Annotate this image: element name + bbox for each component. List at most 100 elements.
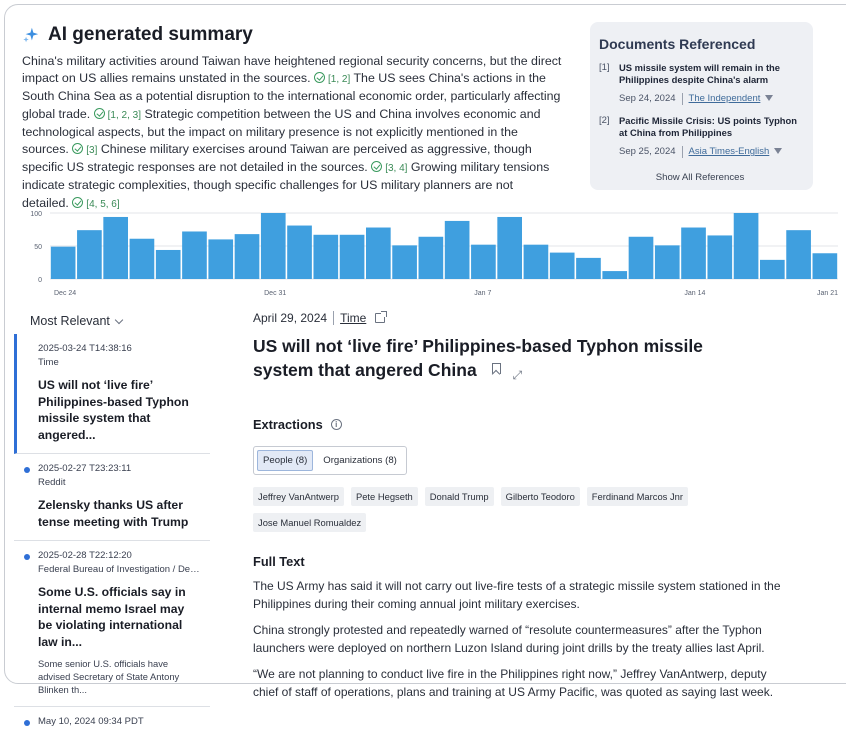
bar[interactable]	[523, 244, 549, 279]
citation-badge[interactable]: [3]	[72, 143, 98, 157]
citation-badge[interactable]: [1, 2]	[314, 72, 350, 85]
doc-source-link[interactable]: Asia Times-English	[689, 146, 770, 157]
bar[interactable]	[260, 213, 286, 279]
sparkle-icon	[23, 27, 39, 43]
tab-people[interactable]: People (8)	[257, 450, 314, 471]
item-date: 2025-02-27 T23:23:11	[38, 463, 132, 474]
filter-icon[interactable]	[774, 147, 783, 156]
tab-organizations[interactable]: Organizations (8)	[317, 450, 403, 471]
citation-label: [3]	[86, 145, 98, 157]
bar[interactable]	[339, 234, 365, 279]
x-tick-label: Jan 14	[684, 290, 705, 297]
check-circle-icon	[72, 143, 84, 155]
item-source: Federal Bureau of Investigation / Dep...	[38, 564, 200, 575]
info-icon[interactable]: i	[330, 419, 342, 430]
doc-meta: Sep 25, 2024 Asia Times-English	[619, 145, 801, 158]
list-item[interactable]: 2025-03-24 T14:38:16 Time US will not ‘liv…	[14, 334, 210, 454]
bar[interactable]	[50, 246, 76, 279]
bar[interactable]	[182, 231, 207, 279]
docs-title: Documents Referenced	[599, 36, 756, 52]
person-chip[interactable]: Donald Trump	[424, 487, 494, 506]
person-chip[interactable]: Pete Hegseth	[350, 487, 418, 506]
check-circle-icon	[314, 72, 326, 84]
sort-dropdown[interactable]: Most Relevant	[30, 314, 124, 328]
x-tick-label: Dec 31	[264, 290, 286, 297]
citation-badge[interactable]: [3, 4]	[371, 161, 408, 175]
bar[interactable]	[155, 249, 181, 279]
item-title: US will not ‘live fire’ Philippines-base…	[38, 378, 189, 442]
bar[interactable]	[103, 216, 128, 279]
filter-icon[interactable]	[765, 94, 774, 103]
article-source-link[interactable]: Time	[340, 311, 366, 325]
bar[interactable]	[628, 236, 654, 279]
doc-number: [1]	[599, 62, 610, 73]
bar[interactable]	[313, 234, 339, 279]
doc-body: US missile system will remain in the Phi…	[619, 62, 801, 105]
doc-date: Sep 25, 2024	[619, 146, 676, 158]
documents-referenced-panel: Documents Referenced [1] US missile syste…	[590, 22, 813, 190]
article-detail: April 29, 2024 Time US will not ‘live fi…	[253, 309, 843, 702]
expand-icon[interactable]: ⤢	[513, 363, 523, 387]
article-list: 2025-03-24 T14:38:16 Time US will not ‘liv…	[14, 334, 210, 727]
external-link-icon[interactable]	[375, 310, 388, 323]
citation-badge[interactable]: [1, 2, 3]	[93, 107, 141, 121]
check-circle-icon	[93, 107, 105, 119]
summary-title: AI generated summary	[48, 24, 253, 45]
bar[interactable]	[418, 236, 444, 279]
bar[interactable]	[760, 259, 785, 279]
bar[interactable]	[392, 245, 417, 279]
ai-summary: AI generated summary China's military ac…	[22, 22, 562, 213]
divider	[681, 145, 683, 158]
doc-source-link[interactable]: The Independent	[689, 93, 761, 104]
doc-title[interactable]: Pacific Missile Crisis: US points Typhon…	[619, 115, 801, 140]
bar[interactable]	[234, 234, 260, 279]
item-date: 2025-02-28 T22:12:20	[38, 550, 132, 561]
y-tick-label: 50	[34, 244, 42, 251]
x-tick-label: Dec 24	[54, 290, 76, 297]
bar[interactable]	[654, 245, 680, 279]
referenced-document[interactable]: [1] US missile system will remain in the …	[599, 62, 801, 105]
item-date: May 10, 2024 09:34 PDT	[38, 716, 144, 727]
bar[interactable]	[549, 252, 575, 279]
bar[interactable]	[471, 244, 496, 279]
bar[interactable]	[129, 238, 155, 279]
x-tick-label: Jan 21	[817, 290, 838, 297]
chevron-down-icon	[114, 315, 124, 324]
bar[interactable]	[366, 227, 391, 279]
check-circle-icon	[371, 161, 383, 173]
citation-label: [3, 4]	[385, 163, 408, 175]
extraction-tabs: People (8) Organizations (8)	[253, 446, 407, 475]
person-chip[interactable]: Ferdinand Marcos Jnr	[586, 487, 688, 506]
item-source: Time	[38, 357, 59, 368]
bar[interactable]	[497, 216, 522, 279]
referenced-document[interactable]: [2] Pacific Missile Crisis: US points Typ…	[599, 115, 801, 158]
doc-body: Pacific Missile Crisis: US points Typhon…	[619, 115, 801, 158]
bar[interactable]	[602, 271, 628, 279]
bar[interactable]	[786, 230, 811, 279]
bookmark-icon[interactable]	[491, 363, 501, 374]
show-all-references-button[interactable]: Show All References	[599, 172, 801, 183]
bar[interactable]	[287, 225, 312, 279]
doc-title[interactable]: US missile system will remain in the Phi…	[619, 62, 801, 87]
article-date: April 29, 2024	[253, 310, 328, 325]
full-text-heading: Full Text	[253, 554, 305, 569]
bar[interactable]	[444, 220, 470, 279]
timeline-bar-chart: 100 50 0 Dec 24 Dec 31 Jan 7 Jan 14 Jan 21	[30, 211, 838, 297]
bar[interactable]	[812, 253, 838, 279]
person-chip[interactable]: Jeffrey VanAntwerp	[253, 487, 344, 506]
article-paragraph: “We are not planning to conduct live fir…	[253, 667, 774, 699]
sort-label: Most Relevant	[30, 314, 110, 328]
person-chip[interactable]: Jose Manuel Romualdez	[253, 513, 367, 532]
bar[interactable]	[208, 239, 234, 279]
bar[interactable]	[707, 235, 733, 279]
doc-meta: Sep 24, 2024 The Independent	[619, 92, 801, 105]
list-item[interactable]: May 10, 2024 09:34 PDT	[14, 707, 210, 737]
bar[interactable]	[576, 257, 601, 279]
person-chip[interactable]: Gilberto Teodoro	[500, 487, 580, 506]
list-item[interactable]: 2025-02-27 T23:23:11 Reddit Zelensky thank…	[14, 454, 210, 541]
bar[interactable]	[733, 213, 759, 279]
bar[interactable]	[77, 230, 102, 279]
list-item[interactable]: 2025-02-28 T22:12:20 Federal Bureau of In…	[14, 541, 210, 707]
bar[interactable]	[681, 227, 706, 279]
unread-dot	[24, 554, 30, 560]
